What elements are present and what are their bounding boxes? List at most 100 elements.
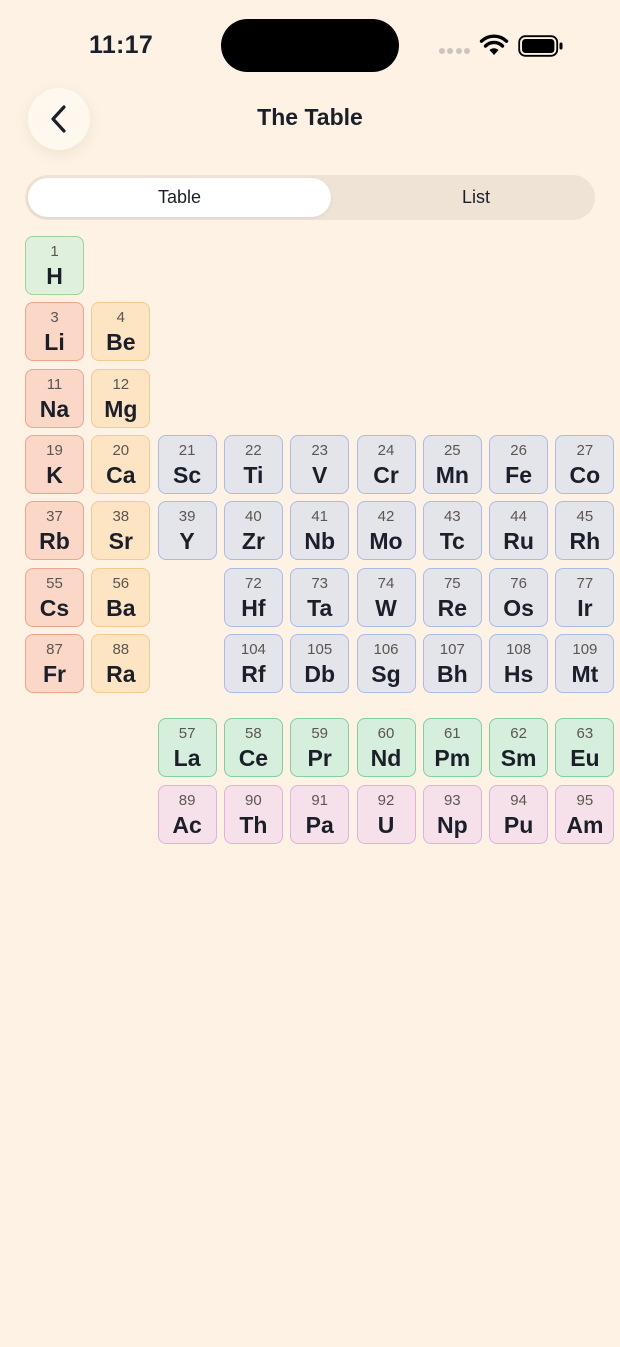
element-symbol: Nb: [304, 528, 336, 555]
atomic-number: 58: [245, 725, 262, 742]
element-symbol: Co: [569, 461, 601, 488]
element-symbol: Cs: [39, 594, 70, 621]
atomic-number: 63: [576, 725, 594, 742]
atomic-number: 61: [443, 725, 461, 742]
element-symbol: Cr: [373, 461, 399, 488]
element-tile-sg[interactable]: 106 Sg: [356, 633, 416, 693]
atomic-number: 91: [311, 791, 329, 809]
element-tile-cs[interactable]: 55 Cs: [25, 567, 84, 627]
atomic-number: 19: [46, 441, 63, 459]
element-symbol: Eu: [570, 745, 600, 771]
atomic-number: 12: [112, 375, 130, 393]
element-symbol: Nd: [370, 745, 402, 771]
element-tile-sc[interactable]: 21 Sc: [157, 434, 217, 494]
element-tile-hf[interactable]: 72 Hf: [223, 567, 283, 627]
element-tile-zr[interactable]: 40 Zr: [223, 501, 283, 561]
element-symbol: K: [46, 461, 63, 488]
element-tile-nd[interactable]: 60 Nd: [356, 718, 416, 777]
element-symbol: Pm: [434, 745, 471, 771]
element-tile-ti[interactable]: 22 Ti: [223, 434, 283, 494]
element-tile-ir[interactable]: 77 Ir: [555, 567, 615, 627]
element-tile-pm[interactable]: 61 Pm: [422, 718, 482, 777]
atomic-number: 108: [506, 640, 532, 658]
element-tile-rh[interactable]: 45 Rh: [555, 501, 615, 561]
element-tile-na[interactable]: 11 Na: [25, 368, 84, 428]
element-tile-eu[interactable]: 63 Eu: [555, 718, 615, 777]
atomic-number: 105: [307, 640, 333, 658]
element-tile-fe[interactable]: 26 Fe: [489, 434, 549, 494]
element-symbol: Rf: [241, 660, 266, 687]
tab-table[interactable]: Table: [28, 178, 331, 217]
element-symbol: Tc: [439, 528, 465, 555]
element-tile-fr[interactable]: 87 Fr: [25, 633, 84, 693]
element-symbol: Ba: [106, 594, 136, 621]
atomic-number: 20: [112, 441, 130, 459]
element-tile-ac[interactable]: 89 Ac: [157, 784, 217, 844]
element-tile-pr[interactable]: 59 Pr: [290, 718, 350, 777]
view-mode-segmented-control: Table List: [25, 175, 595, 220]
element-tile-bh[interactable]: 107 Bh: [422, 633, 482, 693]
element-tile-y[interactable]: 39 Y: [157, 501, 217, 561]
atomic-number: 39: [178, 508, 196, 526]
element-tile-rb[interactable]: 37 Rb: [25, 501, 84, 561]
element-tile-db[interactable]: 105 Db: [290, 633, 350, 693]
element-tile-ce[interactable]: 58 Ce: [223, 718, 283, 777]
atomic-number: 89: [178, 791, 196, 809]
element-tile-w[interactable]: 74 W: [356, 567, 416, 627]
element-tile-ba[interactable]: 56 Ba: [91, 567, 151, 627]
atomic-number: 76: [510, 574, 527, 592]
element-tile-mn[interactable]: 25 Mn: [422, 434, 482, 494]
element-tile-mo[interactable]: 42 Mo: [356, 501, 416, 561]
tab-list[interactable]: List: [334, 178, 618, 217]
element-tile-ru[interactable]: 44 Ru: [489, 501, 549, 561]
element-symbol: Fr: [43, 660, 66, 687]
element-tile-pa[interactable]: 91 Pa: [290, 784, 350, 844]
element-symbol: Os: [503, 594, 534, 621]
atomic-number: 75: [443, 574, 461, 592]
cellular-signal-icon: [439, 48, 471, 54]
element-symbol: Na: [39, 395, 70, 422]
element-tile-nb[interactable]: 41 Nb: [290, 501, 350, 561]
element-tile-co[interactable]: 27 Co: [555, 434, 615, 494]
element-symbol: Mt: [571, 660, 599, 687]
element-tile-am[interactable]: 95 Am: [555, 784, 615, 844]
element-symbol: Sg: [371, 660, 401, 687]
atomic-number: 109: [572, 640, 598, 658]
element-tile-th[interactable]: 90 Th: [223, 784, 283, 844]
element-tile-h[interactable]: 1H: [25, 236, 84, 295]
element-tile-hs[interactable]: 108 Hs: [489, 633, 549, 693]
element-symbol: Fe: [505, 461, 533, 488]
element-tile-mg[interactable]: 12 Mg: [91, 368, 151, 428]
element-symbol: U: [377, 811, 395, 838]
element-symbol: Mo: [369, 528, 403, 555]
element-tile-ca[interactable]: 20 Ca: [91, 434, 151, 494]
element-symbol: Zr: [241, 528, 265, 555]
element-tile-rf[interactable]: 104 Rf: [223, 633, 283, 693]
element-tile-sr[interactable]: 38 Sr: [91, 501, 151, 561]
atomic-number: 62: [510, 725, 527, 742]
page-title: The Table: [257, 104, 363, 130]
atomic-number: 107: [439, 640, 465, 658]
element-tile-cr[interactable]: 24 Cr: [356, 434, 416, 494]
element-tile-ta[interactable]: 73 Ta: [290, 567, 350, 627]
element-tile-np[interactable]: 93 Np: [422, 784, 482, 844]
element-tile-os[interactable]: 76 Os: [489, 567, 549, 627]
atomic-number: 38: [112, 508, 130, 526]
element-tile-tc[interactable]: 43 Tc: [422, 501, 482, 561]
element-tile-ra[interactable]: 88 Ra: [91, 633, 151, 693]
element-tile-li[interactable]: 3 Li: [25, 302, 84, 362]
element-tile-mt[interactable]: 109 Mt: [555, 633, 615, 693]
element-tile-pu[interactable]: 94 Pu: [489, 784, 549, 844]
element-tile-be[interactable]: 4 Be: [91, 302, 151, 362]
element-tile-la[interactable]: 57 La: [157, 718, 217, 777]
element-tile-v[interactable]: 23 V: [290, 434, 350, 494]
element-tile-k[interactable]: 19 K: [25, 434, 84, 494]
element-tile-sm[interactable]: 62 Sm: [489, 718, 549, 777]
element-symbol: Ca: [106, 461, 136, 488]
atomic-number: 56: [112, 574, 130, 592]
element-symbol: Rb: [39, 528, 70, 555]
atomic-number: 4: [116, 309, 125, 327]
element-tile-re[interactable]: 75 Re: [422, 567, 482, 627]
element-tile-u[interactable]: 92 U: [356, 784, 416, 844]
atomic-number: 3: [50, 309, 59, 327]
